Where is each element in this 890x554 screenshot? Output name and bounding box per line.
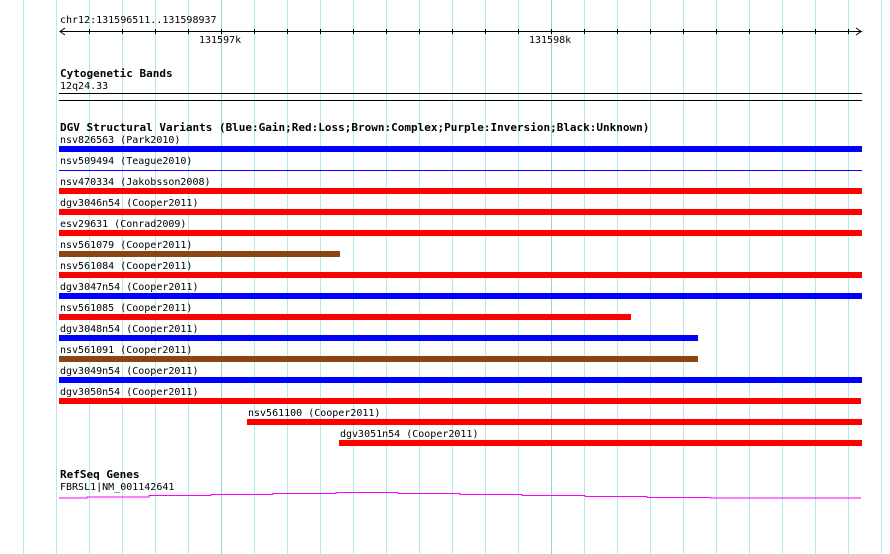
variant-bar-gain[interactable]: [59, 293, 862, 299]
ruler-tick: [287, 29, 288, 34]
tick-label: 131598k: [529, 35, 572, 46]
ruler-tick: [815, 29, 816, 34]
ruler-tick: [386, 29, 387, 34]
variant-label[interactable]: dgv3047n54 (Cooper2011): [60, 282, 198, 293]
left-arrow-icon: [59, 27, 66, 36]
ruler-tick: [188, 29, 189, 34]
ruler-tick: [485, 29, 486, 34]
variant-bar-loss[interactable]: [59, 230, 862, 236]
variant-bar-loss[interactable]: [247, 419, 862, 425]
variant-label[interactable]: nsv561091 (Cooper2011): [60, 345, 192, 356]
ruler-range-label: chr12:131596511..131598937: [60, 15, 217, 26]
refseq-track-title: RefSeq Genes: [60, 468, 140, 481]
dgv-track-title: DGV Structural Variants (Blue:Gain;Red:L…: [60, 121, 650, 134]
ruler-tick: [617, 29, 618, 34]
variant-label[interactable]: dgv3050n54 (Cooper2011): [60, 387, 198, 398]
grid-line: [56, 0, 57, 554]
variant-bar-gain[interactable]: [59, 146, 862, 152]
variant-bar-loss[interactable]: [59, 188, 862, 194]
cytoband-top-line: [59, 93, 862, 94]
gene-model[interactable]: [0, 488, 890, 502]
variant-bar-gain[interactable]: [59, 377, 862, 383]
variant-label[interactable]: dgv3051n54 (Cooper2011): [340, 429, 478, 440]
ruler-tick: [419, 29, 420, 34]
variant-label[interactable]: nsv470334 (Jakobsson2008): [60, 177, 211, 188]
grid-line: [881, 0, 882, 554]
variant-label[interactable]: nsv561084 (Cooper2011): [60, 261, 192, 272]
variant-label[interactable]: esv29631 (Conrad2009): [60, 219, 186, 230]
variant-bar-loss[interactable]: [59, 272, 862, 278]
variant-label[interactable]: nsv561079 (Cooper2011): [60, 240, 192, 251]
ruler-tick: [254, 29, 255, 34]
tick-label: 131597k: [199, 35, 242, 46]
variant-bar-gain[interactable]: [59, 335, 698, 341]
variant-bar-loss[interactable]: [59, 209, 862, 215]
ruler-tick: [716, 29, 717, 34]
ruler-tick: [452, 29, 453, 34]
variant-label[interactable]: nsv826563 (Park2010): [60, 135, 180, 146]
cytoband-track-title: Cytogenetic Bands: [60, 67, 173, 80]
ruler-tick: [122, 29, 123, 34]
variant-bar-gain[interactable]: [59, 170, 862, 171]
variant-bar-loss[interactable]: [59, 314, 631, 320]
grid-line: [23, 0, 24, 554]
variant-label[interactable]: dgv3049n54 (Cooper2011): [60, 366, 198, 377]
right-arrow-icon: [855, 27, 862, 36]
variant-label[interactable]: nsv561100 (Cooper2011): [248, 408, 380, 419]
ruler-tick: [155, 29, 156, 34]
ruler-tick: [221, 29, 222, 34]
ruler-tick: [518, 29, 519, 34]
variant-label[interactable]: dgv3048n54 (Cooper2011): [60, 324, 198, 335]
ruler-tick: [650, 29, 651, 34]
variant-label[interactable]: nsv509494 (Teague2010): [60, 156, 192, 167]
ruler-tick: [320, 29, 321, 34]
variant-bar-complex[interactable]: [59, 251, 340, 257]
variant-label[interactable]: nsv561085 (Cooper2011): [60, 303, 192, 314]
variant-label[interactable]: dgv3046n54 (Cooper2011): [60, 198, 198, 209]
ruler-tick: [551, 29, 552, 34]
cytoband-bottom-line: [59, 100, 862, 101]
ruler-tick: [584, 29, 585, 34]
variant-bar-loss[interactable]: [59, 398, 861, 404]
ruler-tick: [749, 29, 750, 34]
ruler-tick: [89, 29, 90, 34]
ruler-tick: [782, 29, 783, 34]
variant-bar-loss[interactable]: [339, 440, 862, 446]
cytoband-label: 12q24.33: [60, 81, 109, 92]
ruler-tick: [353, 29, 354, 34]
ruler-tick: [848, 29, 849, 34]
ruler-tick: [683, 29, 684, 34]
genome-browser-panel: chr12:131596511..131598937 131597k 13159…: [0, 0, 890, 554]
variant-bar-complex[interactable]: [59, 356, 698, 362]
